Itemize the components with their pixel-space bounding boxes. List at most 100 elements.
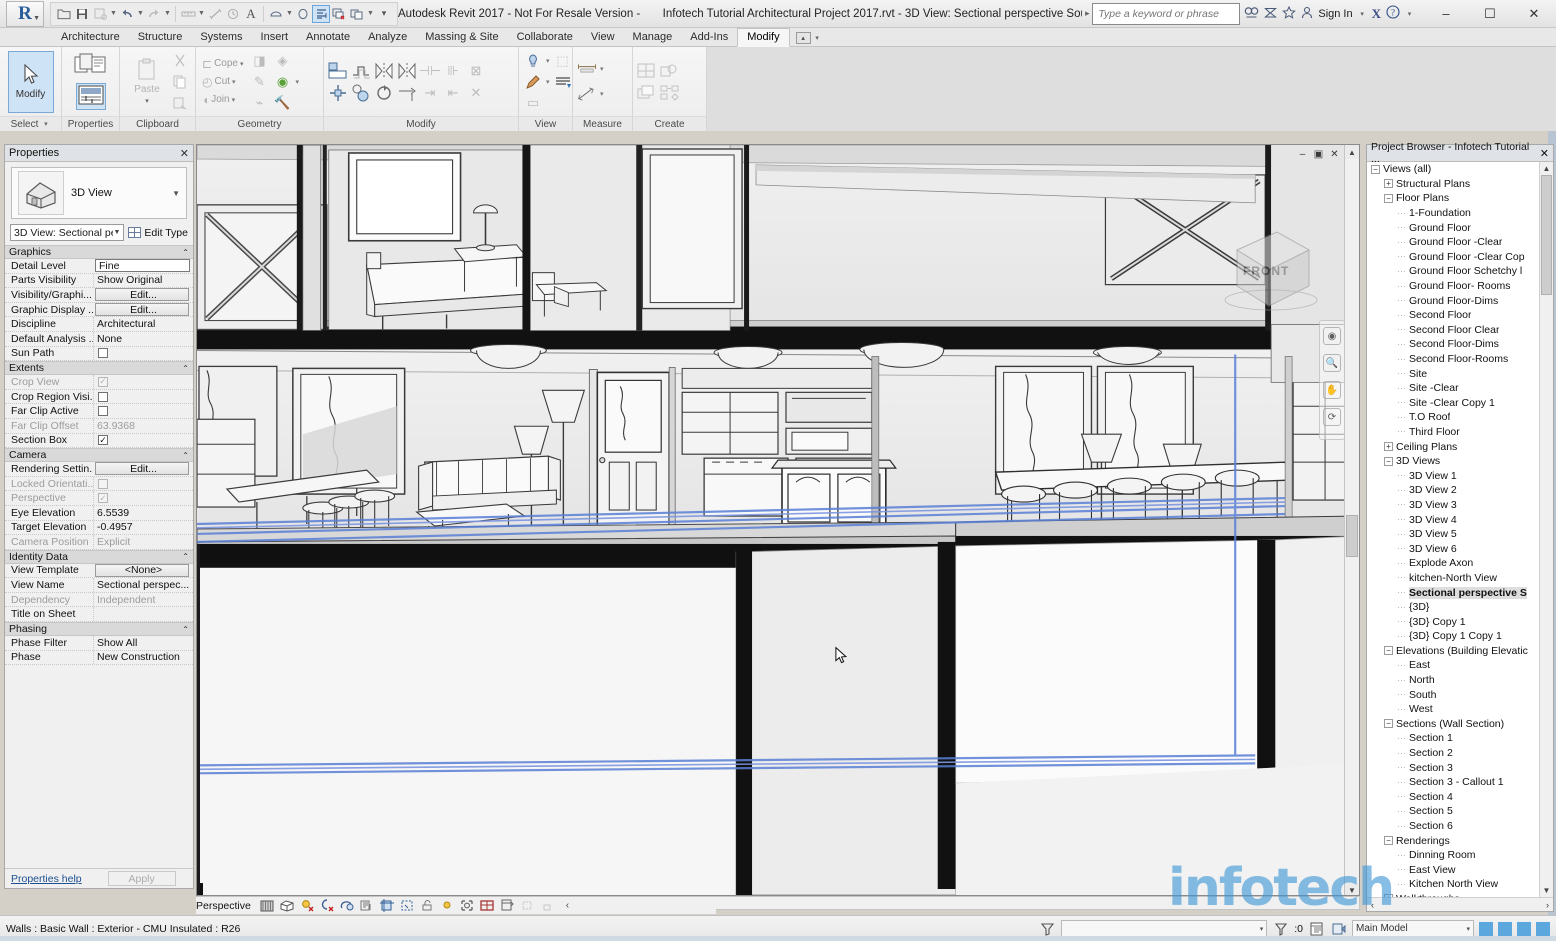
scroll-up-arrow[interactable]: ▲ [1345,145,1359,159]
browser-tree-item[interactable]: ⋯ 3D View 4 [1367,512,1553,527]
reveal-hidden-icon[interactable] [523,51,543,71]
apply-button[interactable]: Apply [107,871,176,886]
save-as-icon[interactable] [91,5,109,23]
chevron-down-icon[interactable]: ▼ [136,10,145,17]
browser-tree-item[interactable]: − Renderings [1367,833,1553,848]
property-row[interactable]: Graphic Display ... Edit... [5,303,193,318]
chevron-up-icon[interactable]: ⌃ [182,552,189,561]
browser-tree-item[interactable]: ⋯ Ground Floor -Clear [1367,235,1553,250]
create-similar-icon[interactable] [637,61,657,81]
browser-tree-item[interactable]: ⋯ Third Floor [1367,425,1553,440]
scroll-up-arrow[interactable]: ▲ [1540,162,1553,175]
join-button[interactable]: ◖ Join ▾ [200,91,245,109]
demolish-icon[interactable]: ✎ [249,72,269,92]
browser-tree-item[interactable]: ⋯ kitchen-North View [1367,571,1553,586]
chevron-down-icon[interactable]: ▾ [1405,10,1414,18]
measure-along-element-icon[interactable] [577,84,597,104]
aligned-dimension-icon[interactable] [206,5,224,23]
close-hidden-windows-icon[interactable] [330,5,348,23]
scroll-down-arrow[interactable]: ▼ [1345,883,1359,895]
property-row[interactable]: Detail Level Fine [5,259,193,274]
worksets-icon[interactable] [1308,921,1325,937]
browser-tree-item[interactable]: ⋯ Section 3 - Callout 1 [1367,775,1553,790]
chevron-down-icon[interactable]: ▼ [113,229,120,236]
drawing-viewport[interactable]: FRONT ◉ 🔍 ✋ ⟳ – ▣ ✕ ▲ ▼ [196,144,1360,896]
browser-tree-item[interactable]: ⋯ {3D} Copy 1 Copy 1 [1367,629,1553,644]
browser-tree-item[interactable]: ⋯ Section 1 [1367,731,1553,746]
autodesk-exchange-icon[interactable]: X [1372,6,1381,22]
copy-clipboard-icon[interactable] [170,72,190,92]
browser-tree-item[interactable]: ⋯ {3D} [1367,600,1553,615]
collapse-icon[interactable]: − [1371,164,1380,174]
collapse-icon[interactable]: − [1384,719,1393,729]
property-value[interactable]: New Construction [93,650,193,665]
show-crop-region-icon[interactable] [400,899,415,913]
browser-tree-item[interactable]: ⋯ Explode Axon [1367,556,1553,571]
chevron-down-icon[interactable]: ▼ [366,10,375,17]
reveal-hidden-elements-icon[interactable] [480,899,495,913]
view-template-button[interactable]: <None> [95,563,189,577]
measure-between-two-references-icon[interactable] [577,59,597,79]
browser-scroll-left-icon[interactable]: ‹ [1371,900,1374,910]
chevron-up-icon[interactable]: ⌃ [182,451,189,460]
property-row[interactable]: Crop Region Visi... [5,389,193,405]
chevron-down-icon[interactable]: ▼ [197,10,206,17]
scrollbar-thumb[interactable] [1346,515,1358,557]
browser-tree-item[interactable]: ⋯ Section 3 [1367,760,1553,775]
browser-tree-item[interactable]: ⋯ Section 5 [1367,804,1553,819]
browser-tree-item[interactable]: +Walkthroughs [1367,892,1553,897]
browser-tree-item[interactable]: − Sections (Wall Section) [1367,717,1553,732]
browser-tree-item[interactable]: ⋯ 1-Foundation [1367,206,1553,221]
collapse-icon[interactable]: − [1384,193,1393,203]
chevron-down-icon[interactable]: ▾ [1260,925,1264,933]
browser-tree-item[interactable]: ⋯ Site -Clear [1367,381,1553,396]
browser-tree-item[interactable]: ⋯ South [1367,687,1553,702]
chevron-down-icon[interactable]: ▾ [813,34,822,42]
unpin-icon[interactable]: ✕ [466,83,486,103]
tab-annotate[interactable]: Annotate [297,29,359,46]
chevron-down-icon[interactable]: ▼ [109,10,118,17]
tag-icon[interactable] [224,5,242,23]
section-icon[interactable] [294,5,312,23]
subscription-icon[interactable] [1264,6,1278,22]
chevron-down-icon[interactable]: ▾ [1466,925,1470,933]
offset-icon[interactable] [351,61,371,81]
orbit-tool-icon[interactable]: ⟳ [1323,408,1341,426]
chevron-down-icon[interactable]: ▾ [41,120,50,128]
switch-windows-icon[interactable] [348,5,366,23]
modify-tool-button[interactable]: Modify [7,50,54,113]
property-row[interactable]: Phase Filter Show All [5,636,193,651]
browser-vertical-scrollbar[interactable]: ▲ ▼ [1539,162,1553,897]
property-value[interactable]: Show Original [93,273,193,288]
scroll-down-arrow[interactable]: ▼ [1540,884,1553,897]
zoom-tool-icon[interactable]: 🔍 [1323,354,1341,372]
property-row[interactable]: Eye Elevation 6.5539 [5,505,193,521]
filter-funnel-icon[interactable] [1039,921,1056,937]
property-row[interactable]: Rendering Settin... Edit... [5,462,193,477]
cut-button[interactable]: ◴ Cut ▾ [200,73,245,91]
collapse-icon[interactable]: − [1384,646,1393,656]
browser-tree-item[interactable]: ⋯ Kitchen North View [1367,877,1553,892]
split-element-icon[interactable]: ⊣⊢ [419,61,442,81]
design-option-selector[interactable]: Main Model ▾ [1352,920,1474,937]
property-value[interactable]: None [93,331,193,346]
temporary-view-properties-icon[interactable] [500,899,515,913]
properties-help-link[interactable]: Properties help [11,873,82,885]
tab-view[interactable]: View [582,29,624,46]
copy-icon[interactable] [351,83,371,103]
close-icon[interactable]: ✕ [1540,147,1549,160]
visual-style-icon[interactable] [280,899,295,913]
property-row[interactable]: Far Clip Active [5,404,193,419]
constraints-icon[interactable] [540,899,555,913]
expand-icon[interactable]: + [1384,894,1393,897]
visibility-graphics-edit-button[interactable]: Edit... [95,288,189,302]
browser-tree-item[interactable]: ⋯ Section 4 [1367,790,1553,805]
tab-systems[interactable]: Systems [191,29,251,46]
tab-manage[interactable]: Manage [624,29,682,46]
linework-icon[interactable] [553,72,573,92]
browser-tree-item[interactable]: ⋯ 3D View 1 [1367,468,1553,483]
infocenter-expand-icon[interactable]: ▸ [1082,8,1092,19]
property-row[interactable]: Section Box ✓ [5,433,193,449]
property-row[interactable]: Title on Sheet [5,607,193,623]
crop-view-icon[interactable] [380,899,395,913]
